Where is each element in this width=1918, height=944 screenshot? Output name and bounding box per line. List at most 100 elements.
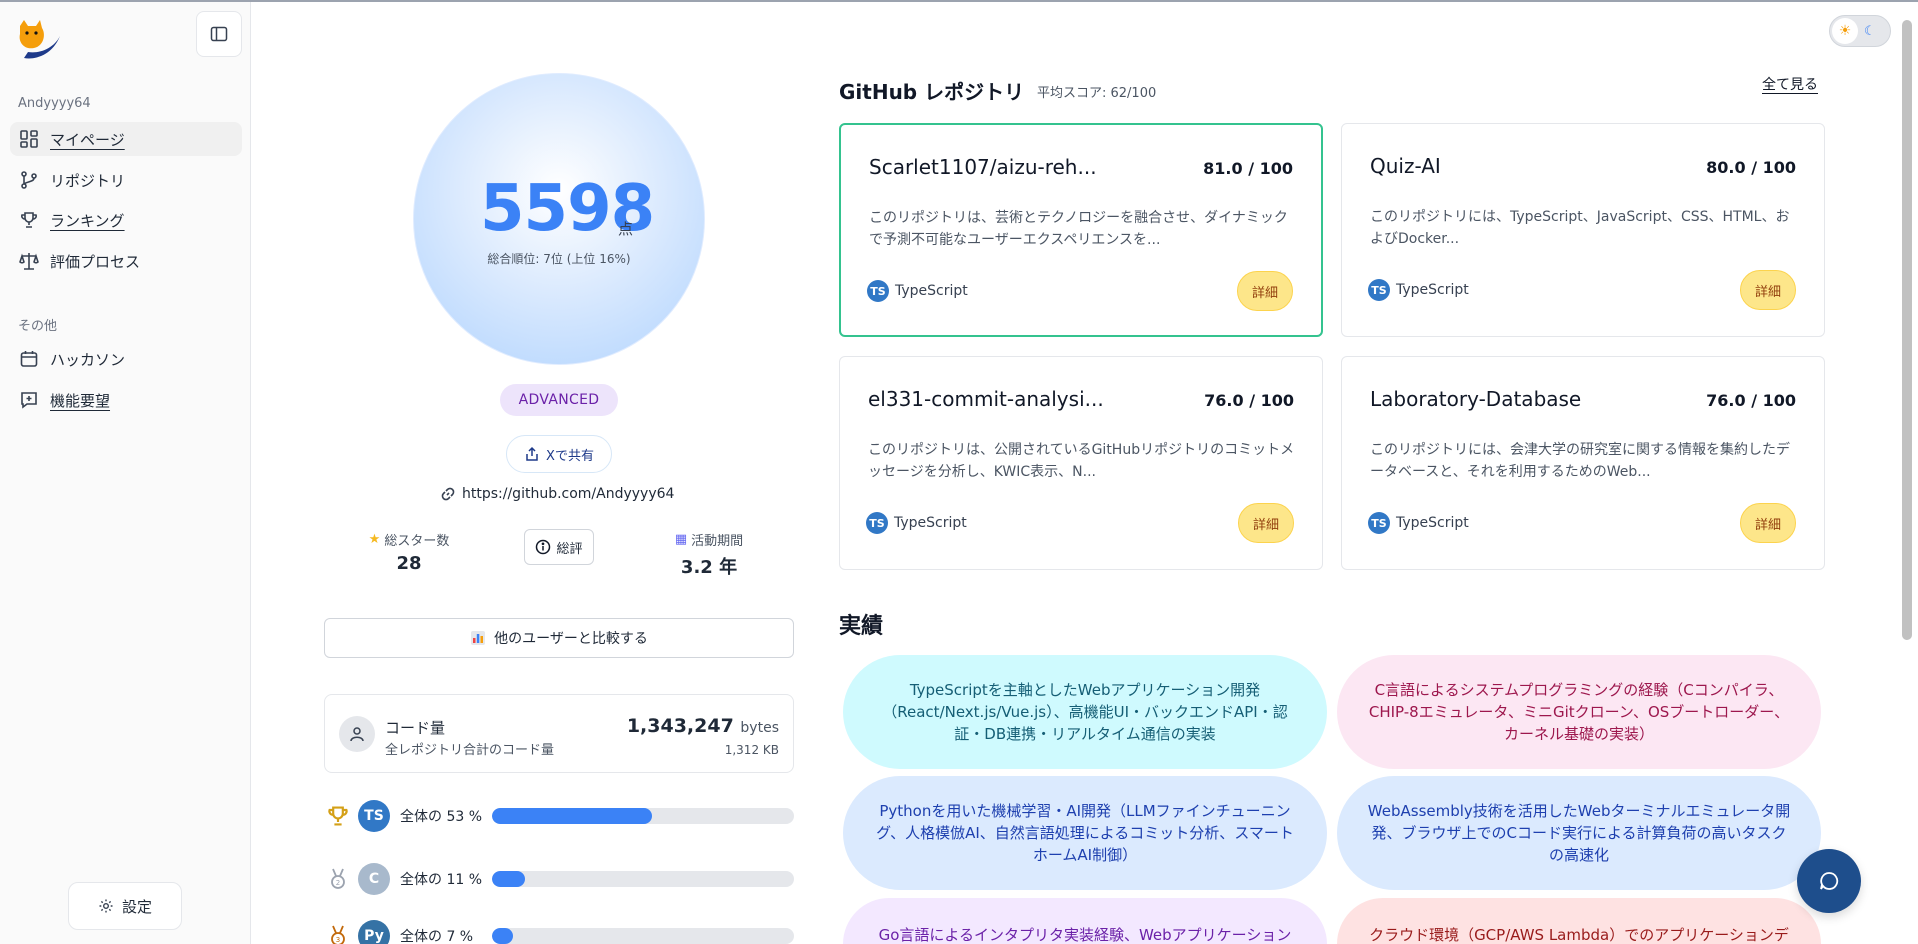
feedback-icon — [18, 389, 40, 411]
typescript-icon: TS — [867, 280, 889, 302]
typescript-icon: TS — [1368, 279, 1390, 301]
repo-card[interactable]: el331-commit-analysi... 76.0 / 100 このリポジ… — [839, 356, 1323, 570]
code-volume-bytes: 1,343,247 bytes — [627, 715, 779, 737]
language-share-label: 全体の 53 % — [400, 809, 483, 825]
c-language-icon: C — [358, 863, 390, 895]
language-share-label: 全体の 7 % — [400, 929, 474, 944]
chat-bubble-icon — [1820, 872, 1839, 890]
see-all-link[interactable]: 全て見る — [1762, 74, 1818, 94]
bytes-unit: bytes — [740, 720, 779, 736]
bar-chart-icon — [471, 631, 486, 645]
sidebar-section-other: その他 — [18, 319, 58, 334]
repos-title: GitHub レポジトリ — [839, 80, 1025, 104]
share-x-button[interactable]: Xで共有 — [506, 435, 612, 473]
sidebar-item-evaluation[interactable]: 評価プロセス — [10, 244, 242, 278]
stat-activity-period: ▦ 活動期間 3.2 年 — [664, 530, 754, 579]
language-progress-bar — [492, 928, 794, 944]
repo-language: TS TypeScript — [1368, 512, 1469, 534]
sidebar-item-label: ランキング — [50, 211, 125, 230]
language-progress-fill — [492, 808, 653, 824]
repo-name[interactable]: Laboratory-Database — [1370, 387, 1581, 411]
repo-score: 76.0 / 100 — [1204, 391, 1294, 410]
review-button[interactable]: 総評 — [524, 529, 594, 565]
gold-trophy-icon — [324, 802, 352, 830]
language-share-label: 全体の 11 % — [400, 872, 483, 888]
repo-language-label: TypeScript — [1396, 282, 1469, 298]
chat-button[interactable] — [1797, 849, 1861, 913]
repo-description: このリポジトリには、TypeScript、JavaScript、CSS、HTML… — [1370, 209, 1790, 247]
branch-icon — [18, 169, 40, 191]
settings-button[interactable]: 設定 — [68, 882, 182, 930]
repo-card[interactable]: Laboratory-Database 76.0 / 100 このリポジトリには… — [1341, 356, 1825, 570]
top-border — [0, 0, 1918, 2]
sidebar-toggle-button[interactable] — [196, 11, 242, 57]
repo-detail-button[interactable]: 詳細 — [1740, 503, 1796, 543]
code-volume-subtitle: 全レポジトリ合計のコード量 — [385, 743, 555, 758]
sidebar-item-label: リポジトリ — [50, 171, 126, 190]
code-volume-title: コード量 — [385, 719, 446, 737]
repo-detail-button[interactable]: 詳細 — [1740, 270, 1796, 310]
bytes-value: 1,343,247 — [626, 715, 734, 737]
sidebar-item-label: 機能要望 — [50, 391, 111, 410]
sidebar-item-mypage[interactable]: マイページ — [10, 122, 242, 156]
sidebar-item-hackathon[interactable]: ハッカソン — [10, 342, 242, 376]
sidebar-panel-icon — [210, 26, 228, 42]
language-progress-fill — [492, 928, 514, 944]
compare-users-button[interactable]: 他のユーザーと比較する — [324, 618, 794, 658]
repo-description: このリポジトリは、公開されているGitHubリポジトリのコミットメッセージを分析… — [868, 442, 1295, 480]
link-icon — [441, 487, 455, 501]
achievement-item: Pythonを用いた機械学習・AI開発（LLMファインチューニング、人格模倣AI… — [843, 776, 1327, 890]
typescript-icon: TS — [866, 512, 888, 534]
achievement-item: TypeScriptを主軸としたWebアプリケーション開発（React/Next… — [843, 655, 1327, 769]
language-row-python: 3 Py 全体の 7 % — [324, 920, 794, 944]
stars-label: 総スター数 — [384, 534, 450, 549]
theme-toggle[interactable]: ☀ ☾ — [1829, 15, 1891, 47]
stars-value: 28 — [396, 553, 422, 574]
sidebar-item-feature-request[interactable]: 機能要望 — [10, 383, 242, 417]
sidebar-item-repositories[interactable]: リポジトリ — [10, 163, 242, 197]
dashboard-icon — [18, 128, 40, 150]
compare-label: 他のユーザーと比較する — [494, 631, 648, 647]
repo-card[interactable]: Quiz-AI 80.0 / 100 このリポジトリには、TypeScript、… — [1341, 123, 1825, 337]
repo-language-label: TypeScript — [894, 515, 967, 531]
sidebar-item-label: マイページ — [50, 130, 125, 149]
github-url: https://github.com/Andyyyy64 — [462, 486, 675, 502]
code-volume-card: コード量 全レポジトリ合計のコード量 1,343,247 bytes 1,312… — [324, 694, 794, 773]
repo-description: このリポジトリには、会津大学の研究室に関する情報を集約したデータベースと、それを… — [1370, 442, 1790, 480]
star-icon: ★ — [368, 532, 381, 547]
app-logo-icon[interactable] — [14, 18, 62, 62]
settings-label: 設定 — [121, 897, 152, 916]
repo-name[interactable]: Quiz-AI — [1370, 154, 1441, 178]
repo-language: TS TypeScript — [867, 280, 968, 302]
repo-card[interactable]: Scarlet1107/aizu-reh... 81.0 / 100 このリポジ… — [839, 123, 1323, 337]
period-label: 活動期間 — [691, 534, 744, 549]
gear-icon — [99, 899, 113, 913]
bronze-medal-icon: 3 — [324, 922, 352, 944]
repo-score: 76.0 / 100 — [1706, 391, 1796, 410]
achievement-item: Go言語によるインタプリタ実装経験、Webアプリケーション — [843, 898, 1327, 944]
svg-text:3: 3 — [336, 936, 340, 944]
overall-rank: 総合順位: 7位 (上位 16%) — [487, 252, 631, 266]
sidebar-item-label: ハッカソン — [50, 350, 126, 369]
repo-score: 81.0 / 100 — [1203, 159, 1293, 178]
repo-detail-button[interactable]: 詳細 — [1238, 503, 1294, 543]
sidebar-item-ranking[interactable]: ランキング — [10, 203, 242, 237]
repo-detail-button[interactable]: 詳細 — [1237, 271, 1293, 311]
page-scrollbar[interactable] — [1902, 20, 1912, 640]
github-profile-link[interactable]: https://github.com/Andyyyy64 — [440, 486, 674, 502]
repo-name[interactable]: Scarlet1107/aizu-reh... — [869, 155, 1097, 179]
language-progress-bar — [492, 808, 794, 824]
sidebar-item-label: 評価プロセス — [50, 252, 141, 271]
achievement-item: WebAssembly技術を活用したWebターミナルエミュレータ開発、ブラウザ上… — [1337, 776, 1821, 890]
repo-language: TS TypeScript — [1368, 279, 1469, 301]
share-label: Xで共有 — [546, 448, 594, 464]
repo-name[interactable]: el331-commit-analysi... — [868, 387, 1104, 411]
svg-text:2: 2 — [336, 879, 340, 887]
achievement-item: C言語によるシステムプログラミングの経験（Cコンパイラ、CHIP-8エミュレータ… — [1337, 655, 1821, 769]
trophy-icon — [18, 209, 40, 231]
repo-language: TS TypeScript — [866, 512, 967, 534]
repo-language-label: TypeScript — [1396, 515, 1469, 531]
repo-score: 80.0 / 100 — [1706, 158, 1796, 177]
typescript-icon: TS — [358, 800, 390, 832]
info-icon — [536, 539, 551, 555]
